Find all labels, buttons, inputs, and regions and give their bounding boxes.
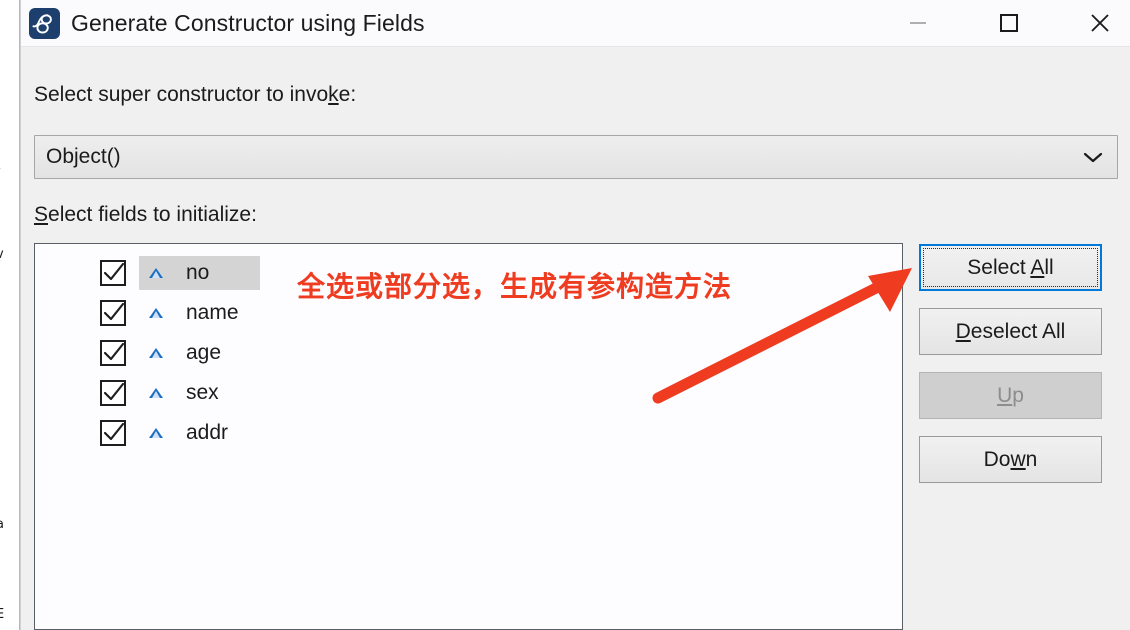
field-row-addr[interactable]: addr (100, 413, 902, 453)
deselect-all-button[interactable]: Deselect All (919, 308, 1102, 355)
window-title: Generate Constructor using Fields (71, 10, 425, 36)
field-name-label: addr (186, 421, 229, 444)
field-row-age[interactable]: age (100, 333, 902, 373)
move-down-button[interactable]: Down (919, 436, 1102, 483)
field-row-sex[interactable]: sex (100, 373, 902, 413)
super-constructor-selected-value: Object() (46, 145, 121, 168)
field-checkbox-name[interactable] (100, 300, 126, 326)
up-label-mnemonic: U (997, 384, 1013, 407)
screen: i \ v a E C ||| 2 i # (0, 0, 1130, 630)
private-field-triangle-icon (145, 302, 167, 324)
field-checkbox-addr[interactable] (100, 420, 126, 446)
field-name-label: no (186, 261, 210, 284)
field-checkbox-age[interactable] (100, 340, 126, 366)
eclipse-icon (29, 8, 60, 39)
fields-label-mnemonic: S (34, 203, 49, 226)
private-field-triangle-icon (145, 422, 167, 444)
generate-constructor-dialog: Generate Constructor using Fields Select… (20, 0, 1130, 630)
super-constructor-label-mnemonic: k (328, 83, 339, 106)
annotation-text: 全选或部分选，生成有参构造方法 (297, 270, 733, 303)
private-field-triangle-icon (145, 262, 167, 284)
background-editor-sliver: i \ v a E C ||| 2 i # (0, 0, 22, 630)
fields-label: Select fields to initialize: (34, 203, 257, 227)
select-all-button[interactable]: Select All (919, 244, 1102, 291)
chevron-down-icon[interactable] (1081, 136, 1105, 178)
field-name-label: name (186, 301, 239, 324)
deselect-all-label-post: eselect All (970, 320, 1066, 343)
field-checkbox-sex[interactable] (100, 380, 126, 406)
title-bar: Generate Constructor using Fields (21, 0, 1130, 47)
close-button[interactable] (1069, 0, 1130, 46)
select-all-label-post: ll (1044, 256, 1054, 279)
select-all-label-pre: Select (967, 256, 1031, 279)
deselect-all-label-mnemonic: D (955, 320, 971, 343)
move-up-button[interactable]: Up (919, 372, 1102, 419)
down-label-pre: Do (983, 448, 1011, 471)
dialog-body: Select super constructor to invoke: Obje… (21, 47, 1130, 630)
field-name-label: sex (186, 381, 219, 404)
down-label-post: n (1025, 448, 1038, 471)
down-label-mnemonic: w (1010, 448, 1026, 471)
field-checkbox-no[interactable] (100, 260, 126, 286)
fields-label-rest: elect fields to initialize: (48, 203, 257, 226)
super-constructor-label-pre: Select super constructor to invo (34, 83, 329, 106)
private-field-triangle-icon (145, 382, 167, 404)
super-constructor-label: Select super constructor to invoke: (34, 83, 356, 107)
select-all-label-mnemonic: A (1030, 256, 1045, 279)
private-field-triangle-icon (145, 342, 167, 364)
up-label-post: p (1012, 384, 1024, 407)
field-name-label: age (186, 341, 222, 364)
maximize-button[interactable] (978, 0, 1040, 46)
minimize-button[interactable] (887, 0, 949, 46)
super-constructor-combobox[interactable]: Object() (34, 135, 1118, 179)
super-constructor-label-post: e: (338, 83, 357, 106)
